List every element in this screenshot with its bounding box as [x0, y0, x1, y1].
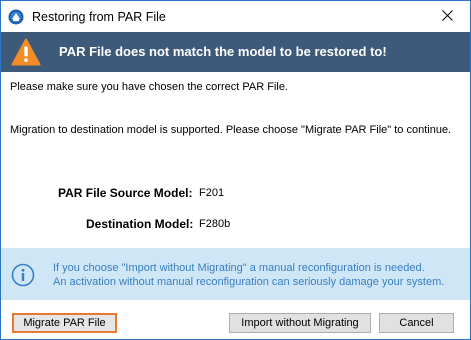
- close-icon: [441, 8, 453, 26]
- app-icon: [8, 9, 24, 25]
- warning-banner: PAR File does not match the model to be …: [1, 32, 470, 72]
- banner-message: PAR File does not match the model to be …: [59, 44, 387, 59]
- destination-model-value: F280b: [199, 218, 231, 230]
- warning-icon: [11, 38, 41, 66]
- title-bar[interactable]: Restoring from PAR File: [1, 1, 470, 32]
- info-line-1: If you choose "Import without Migrating"…: [53, 262, 425, 274]
- cancel-button[interactable]: Cancel: [379, 313, 454, 333]
- migrate-par-file-button[interactable]: Migrate PAR File: [12, 313, 117, 333]
- import-without-migrating-button[interactable]: Import without Migrating: [229, 313, 371, 333]
- dialog-window: Restoring from PAR File PAR File does no…: [0, 0, 471, 340]
- destination-model-label: Destination Model:: [86, 217, 194, 231]
- info-line-2: An activation without manual reconfigura…: [53, 276, 445, 288]
- source-model-value: F201: [199, 187, 225, 199]
- close-button[interactable]: [424, 1, 470, 32]
- migration-message: Migration to destination model is suppor…: [10, 124, 452, 136]
- info-panel: If you choose "Import without Migrating"…: [1, 248, 470, 300]
- info-icon: [11, 263, 35, 287]
- window-title: Restoring from PAR File: [32, 10, 166, 24]
- check-file-message: Please make sure you have chosen the cor…: [10, 81, 288, 93]
- source-model-label: PAR File Source Model:: [58, 186, 193, 200]
